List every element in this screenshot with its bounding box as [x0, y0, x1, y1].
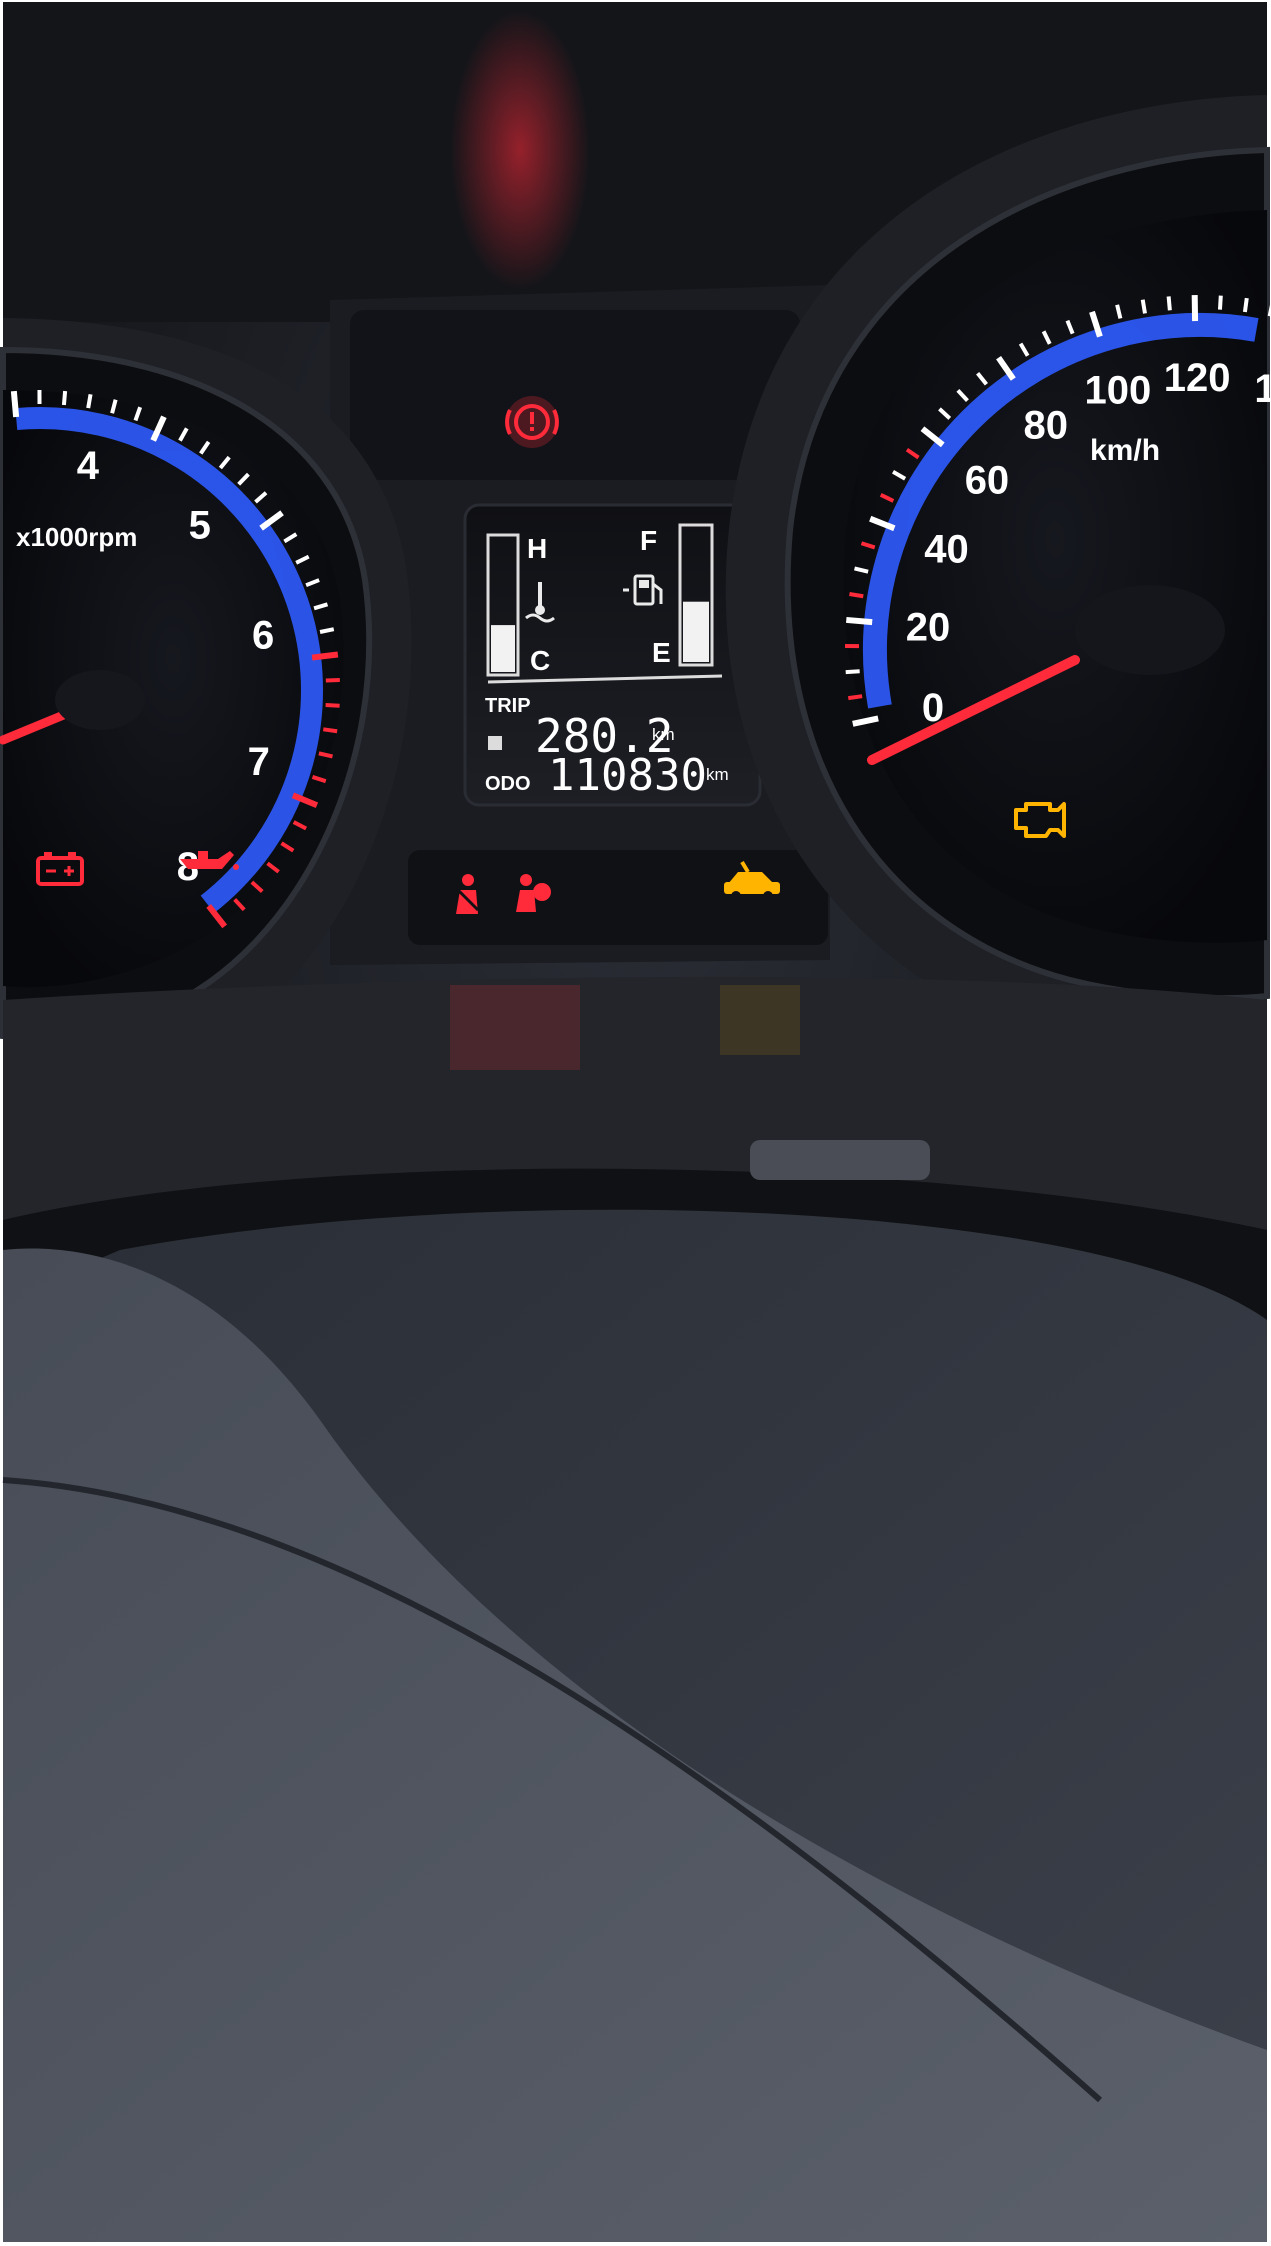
speedometer-tick	[846, 616, 873, 626]
odo-label: ODO	[485, 773, 531, 795]
tachometer-number: 7	[248, 740, 270, 784]
trip-unit: km	[652, 725, 675, 744]
speedometer-tick	[1140, 299, 1147, 314]
speedometer-number: 100	[1085, 369, 1152, 413]
tachometer-tick	[86, 393, 93, 409]
temp-cold-label: C	[530, 645, 550, 676]
tachometer-tick	[325, 702, 340, 708]
speedometer-number: 60	[965, 458, 1010, 502]
tachometer-number: 5	[189, 504, 211, 548]
odo-value: 110830	[548, 750, 707, 801]
speedometer-number: 14	[1254, 367, 1271, 411]
speedometer-number: 20	[906, 606, 951, 650]
speedometer-tick	[1166, 296, 1172, 311]
speedometer-number: 120	[1164, 356, 1231, 400]
center-upper-panel	[350, 310, 800, 480]
rpm-unit-label: x1000rpm	[16, 522, 137, 552]
temperature-fill	[491, 625, 515, 672]
tachometer-tick	[10, 390, 20, 418]
tachometer-number: 6	[252, 613, 274, 657]
speedometer-hub	[1075, 585, 1225, 675]
dashboard-photo: H C F E TRIP 280.2 km ODO 110830 km 4567…	[0, 0, 1271, 2246]
tachometer-tick	[319, 627, 335, 634]
tachometer-tick	[311, 651, 339, 661]
column-bracket	[750, 1140, 930, 1180]
speedometer-tick	[849, 592, 864, 599]
tachometer-tick	[323, 727, 338, 734]
speedometer-tick	[1242, 297, 1249, 313]
trip-label: TRIP	[485, 695, 531, 717]
fuel-empty-label: E	[652, 637, 671, 668]
red-reflection	[450, 985, 580, 1070]
fuel-fill	[683, 601, 709, 662]
speedometer-number: 40	[924, 528, 969, 572]
amber-reflection	[720, 985, 800, 1055]
speed-unit-label: km/h	[1090, 434, 1160, 467]
odo-unit: km	[706, 765, 729, 784]
trip-indicator-square	[488, 736, 502, 750]
red-glow-reflection	[450, 10, 590, 290]
fuel-full-label: F	[640, 525, 657, 556]
speedometer-tick	[1217, 295, 1223, 310]
tachometer-number: 4	[77, 444, 100, 488]
speedometer-tick	[845, 669, 860, 675]
parking-brake-icon	[505, 396, 559, 448]
tachometer-tick	[61, 390, 68, 406]
tachometer-hub	[55, 670, 145, 730]
speedometer-tick	[848, 694, 863, 701]
lcd-display: H C F E TRIP 280.2 km ODO 110830 km	[463, 503, 762, 807]
speedometer-number: 80	[1024, 404, 1069, 448]
temp-hot-label: H	[527, 533, 547, 564]
